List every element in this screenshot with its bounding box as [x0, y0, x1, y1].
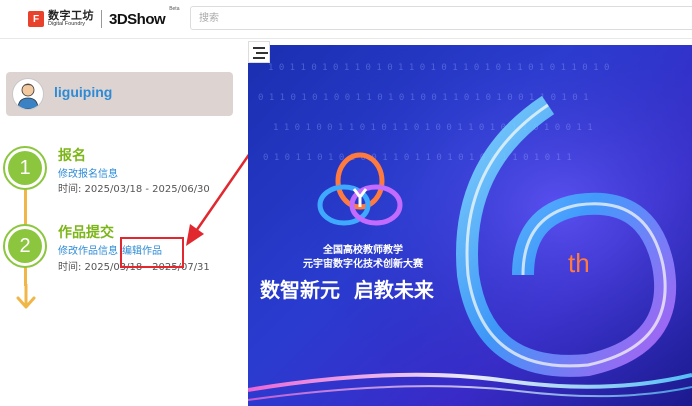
slogan-text: 数智新元 启教未来 [260, 278, 435, 302]
step-1-marker: 1 [3, 146, 47, 190]
logo-beta-badge: Beta [169, 6, 180, 12]
edit-work-info-link[interactable]: 修改作品信息 [58, 242, 118, 257]
svg-text:1 0 1 1 0 1 0 1 1 0 1 0 1 1 0: 1 0 1 1 0 1 0 1 1 0 1 0 1 1 0 1 0 1 1 0 … [268, 63, 609, 73]
contest-name-line2: 元宇宙数字化技术创新大赛 [303, 257, 424, 270]
logo-product-text: 3DShow [109, 10, 166, 28]
edition-text: th [568, 248, 590, 278]
svg-text:0 1 0 1 1 0 1 0 1 0 0 1 1 0 1: 0 1 0 1 1 0 1 0 1 0 0 1 1 0 1 1 0 1 0 1 … [263, 153, 572, 163]
sidebar-toggle-button[interactable] [248, 41, 270, 63]
step-2-number: 2 [8, 229, 42, 263]
svg-text:1 1 0 1 0 0 1 1 0 1 0 1 1 0 1: 1 1 0 1 0 0 1 1 0 1 0 1 1 0 1 0 0 1 1 0 … [273, 123, 593, 133]
site-logo[interactable]: F 数字工坊 Digital Foundry 3DShow Beta [28, 6, 180, 30]
username: liguiping [54, 84, 113, 100]
logo-mark-icon: F [28, 11, 44, 27]
banner-graphic: 1 0 1 1 0 1 0 1 1 0 1 0 1 1 0 1 0 1 1 0 … [248, 45, 692, 406]
logo-en-text: Digital Foundry [48, 21, 85, 28]
edit-registration-link[interactable]: 修改报名信息 [58, 165, 118, 180]
logo-divider [101, 10, 102, 28]
step-1-title: 报名 [58, 148, 86, 164]
contest-name-line1: 全国高校教师教学 [322, 243, 403, 256]
user-avatar-icon [17, 83, 39, 109]
top-header: F 数字工坊 Digital Foundry 3DShow Beta [0, 0, 692, 39]
search-input[interactable] [190, 6, 692, 30]
highlight-box [120, 237, 184, 268]
avatar [12, 78, 44, 110]
step-2-title: 作品提交 [58, 225, 114, 241]
step-2-marker: 2 [3, 224, 47, 268]
step-1-number: 1 [8, 151, 42, 185]
timeline-arrow-icon [16, 284, 36, 309]
contest-banner[interactable]: 1 0 1 1 0 1 0 1 1 0 1 0 1 1 0 1 0 1 1 0 … [248, 45, 692, 406]
logo-cn-text: 数字工坊 [48, 9, 94, 23]
